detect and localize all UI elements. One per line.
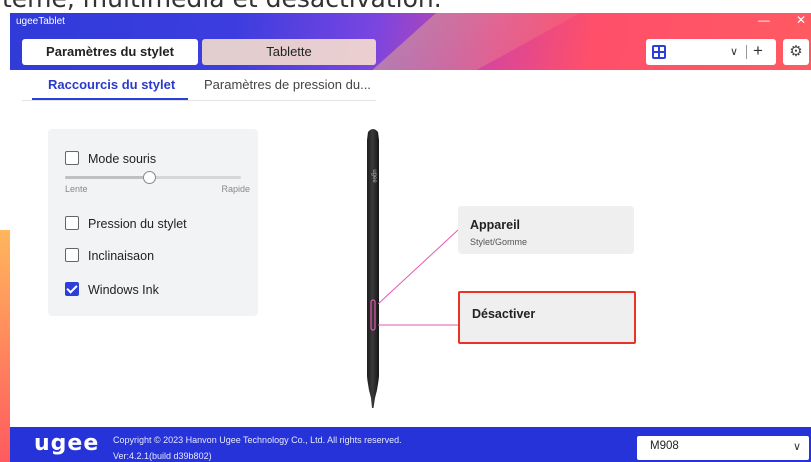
pression-checkbox[interactable]: [65, 216, 79, 230]
appareil-title: Appareil: [470, 218, 521, 232]
inclinaison-option[interactable]: Inclinaisaon: [65, 248, 154, 263]
mode-souris-checkbox[interactable]: [65, 151, 79, 165]
appareil-card[interactable]: Appareil Stylet/Gomme: [458, 206, 634, 254]
mode-souris-label: Mode souris: [88, 152, 157, 166]
slider-handle[interactable]: [143, 171, 157, 184]
copyright-text: Copyright © 2023 Hanvon Ugee Technology …: [113, 435, 402, 445]
left-accent-stripe: [0, 230, 10, 462]
sub-tab-bar: Raccourcis du stylet Paramètres de press…: [22, 70, 376, 101]
pression-option[interactable]: Pression du stylet: [65, 216, 187, 231]
window-title: ugeeTablet: [16, 16, 65, 27]
model-select[interactable]: M908 ∨: [637, 436, 809, 460]
pression-label: Pression du stylet: [88, 217, 187, 231]
windows-ink-checkbox[interactable]: [65, 282, 79, 296]
windows-ink-option[interactable]: Windows Ink: [65, 282, 159, 297]
ugee-logo: ugee: [34, 431, 100, 456]
tab-pressure-settings[interactable]: Paramètres de pression du...: [204, 77, 371, 92]
desactiver-title: Désactiver: [472, 307, 536, 321]
mode-souris-option[interactable]: Mode souris: [65, 151, 156, 166]
tab-pen-settings[interactable]: Paramètres du stylet: [22, 39, 198, 65]
slider-min-label: Lente: [65, 184, 88, 194]
caption-text: tème, multimédia et désactivation.: [0, 0, 811, 14]
add-profile-button[interactable]: +: [753, 41, 763, 61]
options-panel: Mode souris Lente Rapide Pression du sty…: [48, 129, 258, 316]
chevron-down-icon[interactable]: ∨: [730, 45, 738, 58]
appareil-subtitle: Stylet/Gomme: [470, 237, 528, 247]
inclinaison-checkbox[interactable]: [65, 248, 79, 262]
version-text: Ver:4.2.1(build d39b802): [113, 451, 212, 461]
windows-ink-label: Windows Ink: [88, 283, 159, 297]
divider: [746, 45, 747, 59]
slider-max-label: Rapide: [221, 184, 250, 194]
active-tab-indicator: [32, 98, 188, 100]
model-label: M908: [650, 440, 679, 452]
tab-tablet[interactable]: Tablette: [202, 39, 376, 65]
app-window: ugeeTablet — ✕ Paramètres du stylet Tabl…: [10, 13, 811, 462]
connector-lines: [377, 229, 459, 326]
speed-slider[interactable]: [65, 171, 241, 184]
close-icon[interactable]: ✕: [796, 13, 806, 27]
slider-fill: [65, 176, 150, 179]
footer-bar: ugee Copyright © 2023 Hanvon Ugee Techno…: [10, 427, 811, 462]
desactiver-card[interactable]: Désactiver: [458, 291, 636, 344]
content-area: Raccourcis du stylet Paramètres de press…: [10, 70, 811, 427]
app-profile-select[interactable]: ∨ +: [646, 39, 776, 65]
inclinaison-label: Inclinaisaon: [88, 249, 155, 263]
minimize-icon[interactable]: —: [758, 13, 770, 27]
grid-icon: [652, 45, 666, 59]
tab-pen-shortcuts[interactable]: Raccourcis du stylet: [48, 77, 175, 92]
gear-icon[interactable]: ⚙: [783, 39, 809, 65]
chevron-down-icon: ∨: [793, 441, 802, 453]
